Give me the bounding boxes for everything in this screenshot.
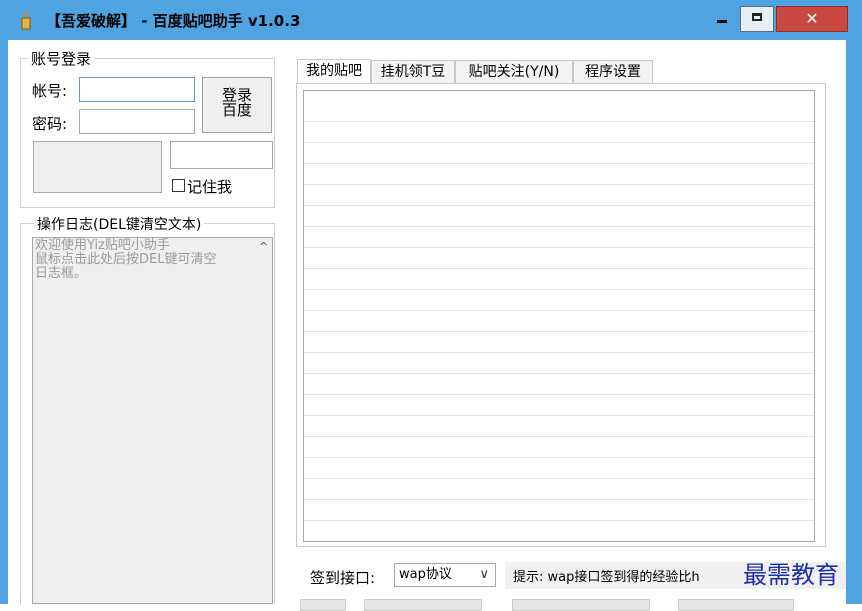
maximize-button[interactable] (740, 6, 774, 32)
title-bar[interactable]: 【吾爱破解】 - 百度贴吧助手 v1.0.3 ✕ (0, 0, 862, 40)
tab-my-tieba[interactable]: 我的贴吧 (297, 59, 371, 85)
list-gridline (304, 163, 814, 164)
client-area: 账号登录 帐号: 密码: 登录 百度 记住我 操作日志(DEL键清空文本) 欢迎… (8, 40, 846, 611)
minimize-button[interactable] (700, 6, 744, 32)
close-button[interactable]: ✕ (776, 6, 848, 32)
scroll-up-icon[interactable]: ^ (259, 240, 268, 253)
remember-label: 记住我 (187, 178, 233, 196)
list-gridline (304, 331, 814, 332)
list-gridline (304, 142, 814, 143)
window-title: 【吾爱破解】 - 百度贴吧助手 v1.0.3 (46, 12, 301, 30)
list-gridline (304, 184, 814, 185)
app-window: 【吾爱破解】 - 百度贴吧助手 v1.0.3 ✕ 账号登录 帐号: 密码: 登录… (0, 0, 862, 611)
remember-checkbox[interactable] (172, 179, 185, 192)
log-group-title: 操作日志(DEL键清空文本) (34, 214, 205, 234)
account-label: 帐号: (32, 82, 68, 100)
list-gridline (304, 226, 814, 227)
tab-follow-label: 贴吧关注(Y/N) (468, 64, 560, 80)
list-gridline (304, 352, 814, 353)
partial-button[interactable] (512, 599, 650, 611)
tab-settings[interactable]: 程序设置 (573, 60, 653, 84)
tab-idle-tdou[interactable]: 挂机领T豆 (371, 60, 455, 84)
partial-button[interactable] (300, 599, 346, 611)
partial-button[interactable] (364, 599, 482, 611)
password-input[interactable] (79, 109, 195, 134)
account-input[interactable] (79, 77, 195, 102)
list-gridline (304, 520, 814, 521)
sign-api-value: wap协议 (399, 567, 452, 582)
tab-settings-label: 程序设置 (585, 64, 641, 80)
close-icon: ✕ (805, 9, 819, 28)
sign-api-select[interactable]: wap协议 ∨ (394, 563, 496, 587)
list-gridline (304, 205, 814, 206)
log-textarea[interactable]: 欢迎使用Yiz贴吧小助手 鼠标点击此处后按DEL键可清空 日志框。 ^ (32, 237, 273, 604)
tab-idle-tdou-label: 挂机领T豆 (380, 64, 446, 80)
captcha-image[interactable] (33, 141, 162, 193)
list-gridline (304, 499, 814, 500)
sign-api-label: 签到接口: (310, 569, 376, 587)
list-gridline (304, 289, 814, 290)
chevron-down-icon: ∨ (479, 567, 489, 582)
partial-button[interactable] (678, 599, 794, 611)
tab-panel (296, 83, 826, 547)
list-gridline (304, 268, 814, 269)
list-gridline (304, 478, 814, 479)
password-label: 密码: (32, 115, 68, 133)
tab-follow[interactable]: 贴吧关注(Y/N) (455, 60, 573, 84)
captcha-input[interactable] (170, 141, 273, 169)
hint-text: 提示: wap接口签到得的经验比h (513, 570, 700, 585)
list-gridline (304, 436, 814, 437)
list-gridline (304, 247, 814, 248)
watermark: 最需教育 (743, 561, 839, 589)
list-gridline (304, 310, 814, 311)
list-gridline (304, 373, 814, 374)
tab-my-tieba-label: 我的贴吧 (306, 63, 362, 79)
list-gridline (304, 415, 814, 416)
list-gridline (304, 394, 814, 395)
list-gridline (304, 121, 814, 122)
log-text: 欢迎使用Yiz贴吧小助手 鼠标点击此处后按DEL键可清空 日志框。 (35, 238, 217, 281)
login-button[interactable]: 登录 百度 (202, 77, 272, 133)
list-gridline (304, 457, 814, 458)
tieba-list[interactable] (303, 90, 815, 542)
candle-icon (21, 11, 31, 30)
login-group-title: 账号登录 (28, 48, 95, 69)
login-button-line2: 百度 (221, 101, 252, 119)
